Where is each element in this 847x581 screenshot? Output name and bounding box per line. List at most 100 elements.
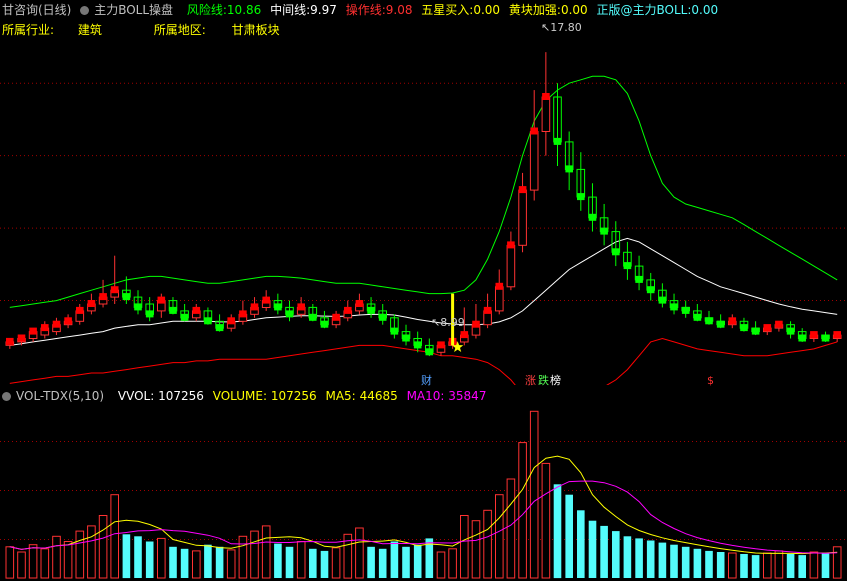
volume-bar bbox=[98, 515, 108, 579]
trend-block bbox=[297, 303, 305, 311]
trend-block bbox=[600, 227, 608, 235]
upper-band-line bbox=[9, 75, 838, 308]
volume-bar bbox=[740, 554, 748, 578]
volume-bar bbox=[413, 544, 422, 578]
trend-block bbox=[262, 296, 270, 304]
volume-bar bbox=[17, 551, 26, 579]
indicator-name[interactable]: 主力BOLL操盘 bbox=[80, 3, 178, 17]
volume-bar bbox=[215, 546, 224, 579]
volume-bar bbox=[751, 555, 760, 578]
high-price-label: ↖17.80 bbox=[541, 21, 582, 34]
volume-bar bbox=[809, 551, 819, 579]
volume-chart[interactable] bbox=[0, 401, 847, 581]
op-line-value: 操作线:9.08 bbox=[345, 3, 413, 17]
volume-bar bbox=[693, 548, 702, 578]
trend-block bbox=[402, 334, 410, 342]
volume-bar bbox=[612, 531, 620, 578]
settings-icon[interactable] bbox=[80, 6, 90, 15]
settings-icon[interactable] bbox=[2, 392, 11, 401]
volume-bar bbox=[157, 537, 166, 579]
volume-bar bbox=[204, 544, 212, 578]
indicator-header: 甘咨询(日线) 主力BOLL操盘 风险线:10.86 中间线:9.97 操作线:… bbox=[2, 2, 723, 18]
volume-bar bbox=[798, 555, 806, 578]
volume-bar bbox=[670, 544, 678, 578]
low-price-label: ↖8.99 bbox=[431, 316, 465, 329]
volume-bar bbox=[192, 550, 201, 579]
volume-bar bbox=[565, 494, 573, 578]
mid-line-value: 中间线:9.97 bbox=[270, 3, 337, 17]
trend-block bbox=[821, 334, 830, 342]
trend-block bbox=[542, 93, 550, 100]
trend-block bbox=[332, 313, 340, 321]
trend-block bbox=[367, 306, 375, 314]
volume-bar bbox=[169, 546, 177, 579]
trend-block bbox=[810, 331, 818, 339]
volume-bar bbox=[471, 520, 481, 579]
yellow-block-value: 黄块加强:0.00 bbox=[508, 3, 588, 17]
trend-block bbox=[122, 293, 131, 301]
candle-body bbox=[541, 96, 551, 132]
volume-bar bbox=[180, 548, 189, 578]
trend-block bbox=[716, 320, 725, 328]
trend-block bbox=[495, 282, 504, 290]
trend-block bbox=[530, 127, 538, 135]
trend-block bbox=[751, 327, 760, 335]
volume-bar bbox=[541, 462, 551, 579]
volume-bar bbox=[110, 494, 120, 579]
rank-marker[interactable]: 榜 bbox=[549, 374, 562, 387]
volume-bar bbox=[646, 540, 655, 578]
trend-block bbox=[17, 334, 26, 342]
trend-block bbox=[437, 341, 445, 349]
candle-body bbox=[495, 286, 504, 312]
volume-bar bbox=[145, 541, 154, 578]
trend-block bbox=[99, 293, 107, 301]
ma5-line bbox=[9, 455, 838, 555]
volume-bar bbox=[460, 515, 469, 579]
trend-block bbox=[192, 306, 201, 314]
volume-bar bbox=[320, 550, 329, 578]
trend-block bbox=[705, 317, 713, 325]
trend-block bbox=[507, 241, 515, 249]
trend-block bbox=[553, 137, 562, 145]
trend-block bbox=[6, 337, 14, 345]
finance-marker[interactable]: 财 bbox=[420, 374, 433, 387]
trend-block bbox=[775, 320, 783, 328]
trend-block bbox=[285, 310, 294, 318]
volume-bar bbox=[681, 546, 690, 579]
trend-block bbox=[344, 306, 352, 314]
volume-bar bbox=[331, 547, 341, 579]
trend-block bbox=[786, 327, 795, 335]
trend-block bbox=[239, 310, 247, 318]
trend-block bbox=[681, 306, 690, 314]
volume-bar bbox=[495, 494, 504, 579]
trend-block bbox=[623, 262, 632, 270]
stock-title[interactable]: 甘咨询(日线) bbox=[2, 3, 71, 17]
middle-band-line bbox=[9, 237, 838, 346]
trend-block bbox=[763, 324, 772, 332]
ma10-line bbox=[9, 480, 838, 554]
rise-marker[interactable]: 涨 bbox=[524, 374, 537, 387]
trend-block bbox=[390, 327, 399, 335]
trend-block bbox=[180, 313, 189, 321]
trend-block bbox=[41, 324, 49, 332]
trend-block bbox=[64, 317, 72, 325]
trend-block bbox=[472, 320, 480, 328]
volume-bar bbox=[728, 552, 737, 579]
volume-bar bbox=[448, 548, 457, 579]
volume-bar bbox=[623, 536, 632, 578]
price-chart[interactable] bbox=[0, 20, 847, 385]
trend-block bbox=[483, 306, 492, 314]
volume-bar bbox=[75, 530, 85, 579]
trend-block bbox=[52, 320, 61, 328]
volume-bar bbox=[87, 525, 96, 579]
volume-bar bbox=[261, 525, 271, 579]
volume-bar bbox=[577, 510, 585, 578]
trend-block bbox=[355, 300, 364, 307]
trend-block bbox=[169, 306, 177, 314]
trend-block bbox=[518, 186, 527, 194]
trend-block bbox=[833, 331, 841, 339]
dividend-marker[interactable]: $ bbox=[706, 374, 715, 387]
volume-bar bbox=[402, 546, 410, 579]
volume-bar bbox=[483, 509, 492, 579]
volume-bar bbox=[5, 546, 15, 579]
